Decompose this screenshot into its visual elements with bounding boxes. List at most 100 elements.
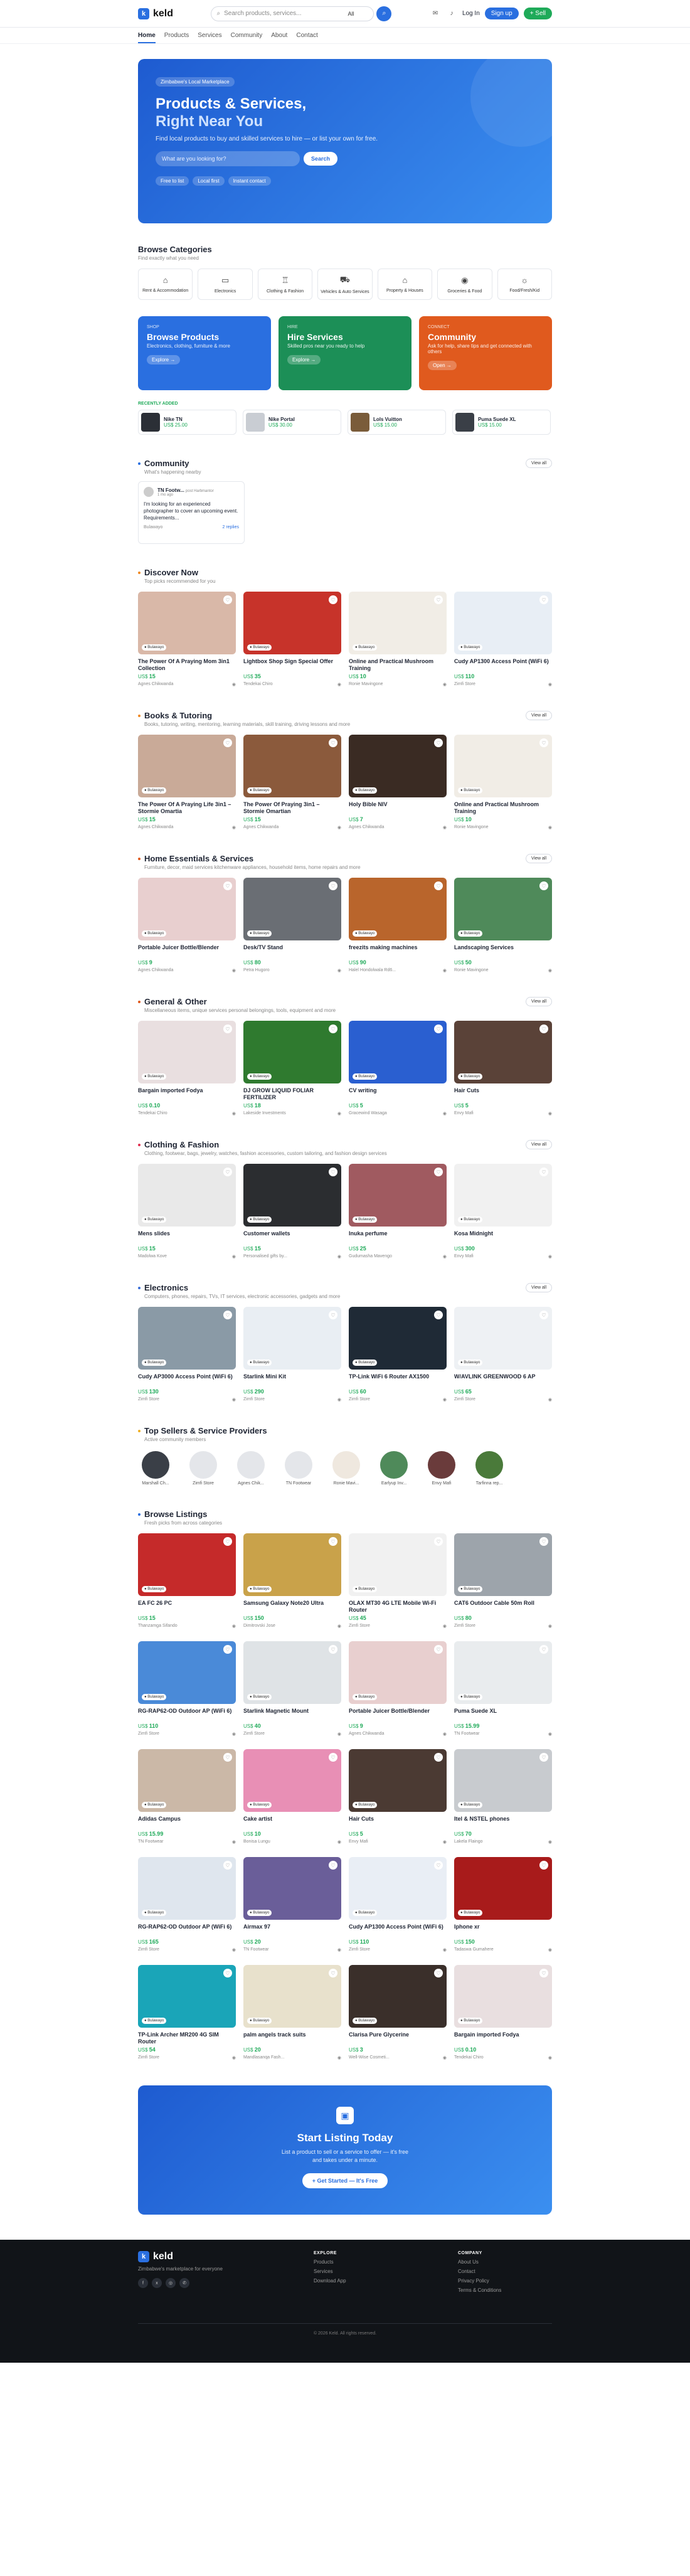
nav-contact[interactable]: Contact [296,32,317,39]
heart-icon[interactable]: ♡ [329,1025,337,1033]
view-all-button[interactable]: View all [526,459,552,468]
feature-tile[interactable]: SHOP Browse Products Electronics, clothing… [138,316,271,390]
heart-icon[interactable]: ♡ [539,1861,548,1870]
product-card[interactable]: ♡ ● Bulawayo Iphone xr US$ 150 Tadaswa Gumah… [454,1857,552,1952]
product-card[interactable]: ♡ ● Bulawayo DJ GROW LIQUID FOLIAR FERTILI… [243,1021,341,1116]
product-card[interactable]: ♡ ● Bulawayo Desk/TV Stand US$ 80 Petra Hugo… [243,878,341,973]
heart-icon[interactable]: ♡ [223,1537,232,1546]
recent-item[interactable]: Nike TN US$ 25.00 [138,410,236,435]
product-card[interactable]: ♡ ● Bulawayo W/AVLINK GREENWOOD 6 AP US$ 65… [454,1307,552,1402]
feature-tile[interactable]: HIRE Hire Services Skilled pros near you r… [279,316,411,390]
product-card[interactable]: ♡ ● Bulawayo Customer wallets US$ 15 Persona… [243,1164,341,1259]
signup-button[interactable]: Sign up [484,8,519,19]
product-card[interactable]: ♡ ● Bulawayo Cudy AP1300 Access Point (WiF… [454,592,552,687]
nav-services[interactable]: Services [198,32,221,39]
view-all-button[interactable]: View all [526,854,552,863]
product-card[interactable]: ♡ ● Bulawayo TP-Link WiFi 6 Router AX1500 U… [349,1307,447,1402]
heart-icon[interactable]: ♡ [539,1537,548,1546]
heart-icon[interactable]: ♡ [329,595,337,604]
product-card[interactable]: ♡ ● Bulawayo OLAX MT30 4G LTE Mobile Wi-Fi… [349,1533,447,1629]
product-card[interactable]: ♡ ● Bulawayo Puma Suede XL US$ 15.99 TN Foot… [454,1641,552,1737]
heart-icon[interactable]: ♡ [434,595,443,604]
product-card[interactable]: ♡ ● Bulawayo Cudy AP1300 Access Point (WiF… [349,1857,447,1952]
whatsapp-icon[interactable]: ✆ [179,2278,189,2288]
seller-item[interactable]: Agnes Chik... [233,1451,268,1486]
heart-icon[interactable]: ♡ [329,1537,337,1546]
footer-link[interactable]: Contact [458,2269,552,2274]
seller-item[interactable]: Envy Mafi [424,1451,459,1486]
product-card[interactable]: ♡ ● Bulawayo Online and Practical Mushroom… [349,592,447,687]
cta-button[interactable]: + Get Started — It's Free [302,2173,388,2188]
sell-button[interactable]: + Sell [523,8,552,19]
recent-item[interactable]: Lols Vuitton US$ 15.00 [348,410,446,435]
heart-icon[interactable]: ♡ [223,1168,232,1176]
product-card[interactable]: ♡ ● Bulawayo Bargain imported Fodya US$ 0.1… [454,1965,552,2060]
product-card[interactable]: ♡ ● Bulawayo RG-RAP62-OD Outdoor AP (WiFi … [138,1641,236,1737]
heart-icon[interactable]: ♡ [223,1025,232,1033]
product-card[interactable]: ♡ ● Bulawayo Lightbox Shop Sign Special Of… [243,592,341,687]
product-card[interactable]: ♡ ● Bulawayo Itel & NSTEL phones US$ 70 Lake… [454,1749,552,1844]
heart-icon[interactable]: ♡ [329,1969,337,1977]
nav-community[interactable]: Community [231,32,263,39]
seller-item[interactable]: TN Footwear [281,1451,316,1486]
nav-about[interactable]: About [271,32,287,39]
product-card[interactable]: ♡ ● Bulawayo Samsung Galaxy Note20 Ultra US… [243,1533,341,1629]
product-card[interactable]: ♡ ● Bulawayo Clarisa Pure Glycerine US$ 3 We… [349,1965,447,2060]
heart-icon[interactable]: ♡ [539,595,548,604]
heart-icon[interactable]: ♡ [434,1025,443,1033]
footer-link[interactable]: Products [314,2259,408,2265]
product-card[interactable]: ♡ ● Bulawayo The Power Of A Praying Life 3… [138,735,236,830]
product-card[interactable]: ♡ ● Bulawayo Portable Juicer Bottle/Blende… [138,878,236,973]
feature-tile[interactable]: CONNECT Community Ask for help, share tips… [419,316,552,390]
product-card[interactable]: ♡ ● Bulawayo CAT6 Outdoor Cable 50m Roll US… [454,1533,552,1629]
heart-icon[interactable]: ♡ [329,738,337,747]
seller-item[interactable]: Earlyup Inv... [376,1451,411,1486]
heart-icon[interactable]: ♡ [539,881,548,890]
product-card[interactable]: ♡ ● Bulawayo Adidas Campus US$ 15.99 TN Foot… [138,1749,236,1844]
heart-icon[interactable]: ♡ [223,1753,232,1762]
product-card[interactable]: ♡ ● Bulawayo Hair Cuts US$ 5 Envy Mafi ◉ [349,1749,447,1844]
product-card[interactable]: ♡ ● Bulawayo Holy Bible NIV US$ 7 Agnes Chik… [349,735,447,830]
product-card[interactable]: ♡ ● Bulawayo Landscaping Services US$ 50 Ron… [454,878,552,973]
heart-icon[interactable]: ♡ [329,1753,337,1762]
category-item[interactable]: ☼ Food/Fresh/Kid [497,269,552,300]
chat-icon[interactable]: ✉ [430,8,441,19]
tile-button[interactable]: Open → [428,361,457,370]
product-card[interactable]: ♡ ● Bulawayo Portable Juicer Bottle/Blende… [349,1641,447,1737]
product-card[interactable]: ♡ ● Bulawayo Airmax 97 US$ 20 TN Footwear ◉ [243,1857,341,1952]
heart-icon[interactable]: ♡ [329,1861,337,1870]
view-all-button[interactable]: View all [526,1140,552,1149]
post-replies[interactable]: 2 replies [223,525,239,530]
heart-icon[interactable]: ♡ [434,1969,443,1977]
product-card[interactable]: ♡ ● Bulawayo Cake artist US$ 10 Bonisa Lungu… [243,1749,341,1844]
seller-item[interactable]: Marshall Ch... [138,1451,173,1486]
view-all-button[interactable]: View all [526,997,552,1006]
product-card[interactable]: ♡ ● Bulawayo Kosa Midnight US$ 300 Envy Mafi… [454,1164,552,1259]
footer-link[interactable]: Download App [314,2278,408,2284]
product-card[interactable]: ♡ ● Bulawayo freezits making machines US$ 9… [349,878,447,973]
heart-icon[interactable]: ♡ [434,1311,443,1319]
scope-select[interactable]: All [333,11,368,17]
footer-link[interactable]: Terms & Conditions [458,2287,552,2293]
facebook-icon[interactable]: f [138,2278,148,2288]
category-item[interactable]: ▭ Electronics [198,269,253,300]
heart-icon[interactable]: ♡ [223,1969,232,1977]
product-card[interactable]: ♡ ● Bulawayo Cudy AP3000 Access Point (WiF… [138,1307,236,1402]
heart-icon[interactable]: ♡ [434,1645,443,1654]
heart-icon[interactable]: ♡ [223,738,232,747]
heart-icon[interactable]: ♡ [223,1311,232,1319]
community-post[interactable]: TN Footw... post Harbmantor 1 mo ago I'm … [138,481,245,544]
seller-item[interactable]: Zimfi Store [186,1451,221,1486]
footer-link[interactable]: Privacy Policy [458,2278,552,2284]
product-card[interactable]: ♡ ● Bulawayo The Power Of A Praying Mom 3i… [138,592,236,687]
heart-icon[interactable]: ♡ [223,595,232,604]
heart-icon[interactable]: ♡ [434,1168,443,1176]
heart-icon[interactable]: ♡ [223,1645,232,1654]
nav-products[interactable]: Products [164,32,189,39]
hero-search-input[interactable]: What are you looking for? [156,151,300,166]
footer-link[interactable]: Services [314,2269,408,2274]
footer-link[interactable]: About Us [458,2259,552,2265]
heart-icon[interactable]: ♡ [539,1025,548,1033]
seller-item[interactable]: Tarfinna rep... [472,1451,507,1486]
category-item[interactable]: ♖ Clothing & Fashion [257,269,313,300]
